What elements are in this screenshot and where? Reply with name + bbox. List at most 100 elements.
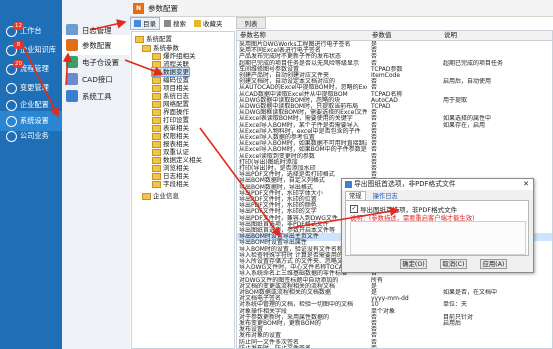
star-icon	[194, 19, 201, 27]
tree-node-root[interactable]: 系统配置	[135, 35, 172, 43]
panel-item-label: 电子仓设置	[82, 57, 119, 67]
checkbox-box[interactable]: ✓	[350, 205, 358, 213]
folder-icon	[152, 180, 161, 188]
sidebar-item-label: 变更管理	[20, 83, 49, 92]
badge-count: 8	[13, 41, 24, 49]
search-icon	[164, 19, 171, 27]
sidebar-item-0[interactable]: 12 工作台	[0, 21, 62, 41]
config-icon	[66, 39, 78, 51]
folder-icon	[152, 68, 161, 76]
folder-icon	[152, 156, 161, 164]
sidebar-item-1[interactable]: 8 企业知识库	[0, 40, 62, 60]
tree-node[interactable]: 项目相关	[152, 84, 189, 92]
tree-node[interactable]: 权限相关	[152, 132, 189, 140]
tree-node[interactable]: 企业信息	[142, 192, 179, 200]
tree-node-label: 数据定义相关	[163, 156, 202, 164]
sidebar-item-label: 企业知识库	[20, 45, 56, 54]
col-header-value[interactable]: 参数值	[372, 31, 392, 40]
sidebar-item-label: 企业配置	[20, 100, 49, 109]
tree-node-label: 浏览相关	[163, 164, 189, 172]
tree-node[interactable]: 浏览相关	[152, 164, 189, 172]
tree-node-label: 数据变更	[163, 68, 189, 76]
table-row[interactable]: 防止发布时，防止文件签名 否	[237, 344, 552, 349]
tree-node-label: 日志相关	[163, 172, 189, 180]
grid-icon	[6, 130, 17, 142]
tab-favorites[interactable]: 收藏夹	[190, 17, 227, 30]
folder-icon	[142, 192, 151, 200]
tree-toolbar: 目录 搜索 收藏夹	[130, 16, 240, 30]
tab-search[interactable]: 搜索	[160, 17, 190, 30]
dialog-title: 导出图纸首选项，非PDF格式文件	[354, 180, 456, 188]
col-header-name[interactable]: 参数名称	[240, 31, 266, 40]
tree-node[interactable]: 数据变更	[151, 67, 190, 77]
tree-node[interactable]: 双重认证	[152, 148, 189, 156]
tree-node-label: 流程关联	[163, 60, 189, 68]
tree-node-label: 爆炸组相关	[163, 52, 196, 60]
folder-icon	[152, 52, 161, 60]
param-dialog: 导出图纸首选项，非PDF格式文件 ✕ 常规 操作日志 ✓ 导出图纸首选项，非PD…	[341, 178, 534, 273]
main-sidebar: 12 工作台 8 企业知识库 20 流程管理 变更管理 企业配置 系统设置 公司业务	[0, 0, 62, 349]
folder-icon	[152, 124, 161, 132]
folder-icon	[152, 132, 161, 140]
tab-catalog[interactable]: 目录	[130, 16, 160, 30]
folder-icon	[152, 116, 161, 124]
catalog-icon	[134, 19, 141, 27]
tree-node-label: 字段相关	[163, 180, 189, 188]
tree-node[interactable]: 数据定义相关	[152, 156, 202, 164]
folder-icon	[152, 60, 161, 68]
folder-icon	[152, 148, 161, 156]
panel-item-4[interactable]: 系统工具	[62, 86, 130, 106]
panel-item-label: 参数配置	[82, 40, 112, 50]
tree-node[interactable]: 日志相关	[152, 172, 189, 180]
tree-node-label: 系统日志	[163, 92, 189, 100]
cancel-button[interactable]: 取消(C)	[440, 259, 467, 269]
folder-icon	[152, 92, 161, 100]
tree-node-label: 界面操作	[163, 108, 189, 116]
tree-node[interactable]: 流程关联	[152, 60, 189, 68]
cell-value: 否	[371, 344, 378, 349]
app-logo-icon: N	[133, 2, 144, 14]
window-titlebar: N 参数配置	[130, 0, 553, 17]
close-icon[interactable]: ✕	[523, 179, 529, 190]
tree-node-label: 项目相关	[163, 84, 189, 92]
badge-count: 20	[13, 60, 24, 68]
tree-node[interactable]: 系统参数	[142, 44, 179, 52]
tree-node[interactable]: 打印设置	[152, 116, 189, 124]
tree-node[interactable]: 报表相关	[152, 140, 189, 148]
list-header: 参数名称 参数值 说明	[237, 31, 552, 41]
folder-icon	[152, 108, 161, 116]
folder-icon	[142, 44, 151, 52]
folder-icon	[152, 140, 161, 148]
col-header-desc[interactable]: 说明	[444, 31, 457, 40]
sidebar-item-label: 流程管理	[20, 64, 49, 73]
settings-panel: 日志管理 参数配置 电子仓设置 CAD接口 系统工具	[62, 0, 131, 349]
tree-node-label: 表单相关	[163, 124, 189, 132]
gear-icon	[6, 115, 17, 127]
tree-node[interactable]: 界面操作	[152, 108, 189, 116]
tree-node[interactable]: 网络配置	[152, 100, 189, 108]
sidebar-item-6[interactable]: 公司业务	[0, 126, 62, 146]
tree-node[interactable]: 字段相关	[152, 180, 189, 188]
tree-node[interactable]: 编码位置	[152, 76, 189, 84]
sidebar-item-label: 公司业务	[20, 131, 49, 140]
sidebar-item-2[interactable]: 20 流程管理	[0, 59, 62, 79]
tab-list[interactable]: 列表	[236, 17, 266, 29]
badge-count: 12	[13, 22, 24, 30]
tree-node-label: 系统参数	[153, 44, 179, 52]
tree-node[interactable]: 表单相关	[152, 124, 189, 132]
dialog-body: ✓ 导出图纸首选项，非PDF格式文件 说明：(参数描述，需要重启客户端才能生效)	[345, 200, 529, 256]
tree-node-label: 打印设置	[163, 116, 189, 124]
dialog-titlebar: 导出图纸首选项，非PDF格式文件 ✕	[342, 179, 533, 190]
ok-button[interactable]: 确定(O)	[400, 259, 427, 269]
tree-node-label: 报表相关	[163, 140, 189, 148]
tree-node[interactable]: 系统日志	[152, 92, 189, 100]
tree-node-label: 编码位置	[163, 76, 189, 84]
dialog-tabs: 常规 操作日志	[345, 191, 403, 201]
tools-icon	[66, 90, 78, 102]
folder-icon	[152, 172, 161, 180]
apply-button[interactable]: 应用(A)	[480, 259, 507, 269]
storage-icon	[66, 56, 78, 68]
tree-node[interactable]: 爆炸组相关	[152, 52, 196, 60]
tree-node-label: 双重认证	[163, 148, 189, 156]
building-icon	[6, 99, 17, 111]
